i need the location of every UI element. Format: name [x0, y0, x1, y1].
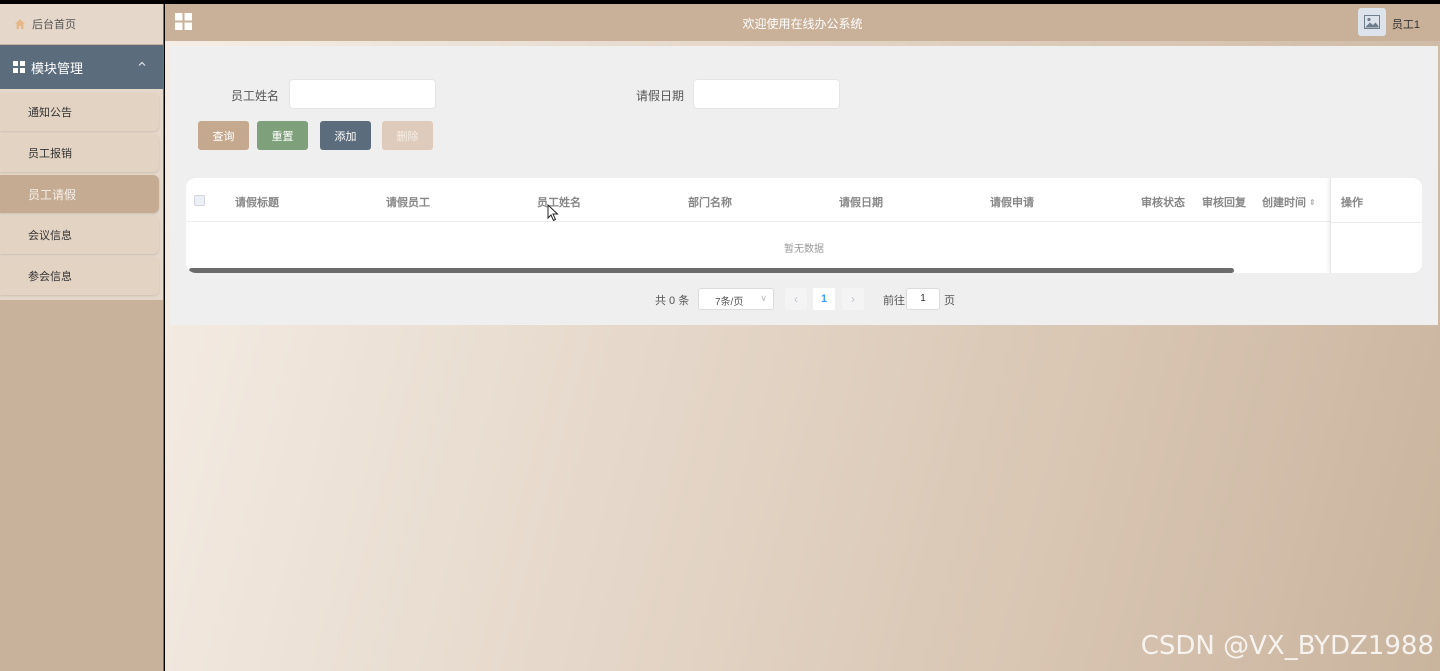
sidebar-item-label: 参会信息 — [28, 271, 72, 283]
column-header[interactable]: 员工姓名 — [537, 194, 581, 210]
divider — [1331, 222, 1422, 223]
watermark: CSDN @VX_BYDZ1988 — [1140, 631, 1434, 661]
sidebar-item-meeting[interactable]: 会议信息 — [0, 216, 159, 254]
column-header[interactable]: 审核回复 — [1202, 194, 1246, 210]
user-name[interactable]: 员工1 — [1392, 16, 1420, 32]
select-all-checkbox[interactable] — [194, 195, 205, 206]
add-button[interactable]: 添加 — [320, 121, 371, 150]
column-header-label: 创建时间 — [1262, 197, 1306, 209]
sidebar-item-label: 员工报销 — [28, 148, 72, 160]
chevron-left-icon: ‹ — [794, 292, 798, 306]
employee-name-label: 员工姓名 — [231, 89, 280, 103]
sidebar-menu: 通知公告 员工报销 员工请假 会议信息 参会信息 — [0, 89, 163, 300]
goto-label: 前往 — [883, 295, 905, 307]
sidebar-home-link[interactable]: 后台首页 — [0, 4, 163, 44]
page-size-value: 7条/页 — [715, 297, 744, 308]
app-window: 后台首页 模块管理 通知公告 员工报销 员工请假 会议信息 参会信息 欢迎使用在… — [0, 4, 1440, 671]
action-column: 操作 — [1330, 178, 1422, 273]
chevron-down-icon: ∨ — [760, 293, 767, 303]
column-header[interactable]: 请假员工 — [386, 194, 430, 210]
chevron-up-icon — [138, 61, 146, 66]
next-page-button[interactable]: › — [842, 288, 864, 310]
column-header-created-time[interactable]: 创建时间 ⇕ — [1262, 194, 1316, 210]
header-title: 欢迎使用在线办公系统 — [742, 17, 863, 31]
sidebar-item-attendance[interactable]: 参会信息 — [0, 257, 159, 295]
sidebar-item-label: 通知公告 — [28, 107, 72, 119]
sidebar-module-toggle[interactable]: 模块管理 — [0, 45, 163, 89]
sidebar-item-leave[interactable]: 员工请假 — [0, 175, 159, 213]
sidebar-item-notice[interactable]: 通知公告 — [0, 93, 159, 131]
sidebar-item-reimbursement[interactable]: 员工报销 — [0, 134, 159, 172]
page-number-current[interactable]: 1 — [813, 288, 835, 310]
column-header[interactable]: 请假日期 — [839, 194, 883, 210]
employee-name-input[interactable] — [289, 79, 436, 109]
goto-page-input[interactable]: 1 — [906, 288, 940, 310]
grid-icon — [13, 61, 25, 73]
sidebar-item-label: 会议信息 — [28, 230, 72, 242]
sidebar: 后台首页 模块管理 通知公告 员工报销 员工请假 会议信息 参会信息 — [0, 4, 164, 671]
content-panel: 员工姓名 请假日期 查询 重置 添加 删除 请假标题 请假员工 员工姓名 部门名… — [170, 46, 1438, 325]
goto-unit-label: 页 — [944, 295, 955, 307]
table-header-row: 请假标题 请假员工 员工姓名 部门名称 请假日期 请假申请 审核状态 审核回复 … — [186, 178, 1422, 222]
pagination-total: 共 0 条 — [655, 295, 690, 307]
chevron-right-icon: › — [851, 292, 855, 306]
delete-button[interactable]: 删除 — [382, 121, 433, 150]
avatar[interactable] — [1358, 8, 1386, 36]
sidebar-home-label: 后台首页 — [32, 19, 76, 31]
main-content: 员工姓名 请假日期 查询 重置 添加 删除 请假标题 请假员工 员工姓名 部门名… — [165, 41, 1440, 671]
horizontal-scrollbar[interactable] — [189, 268, 1234, 273]
column-header[interactable]: 请假标题 — [235, 194, 279, 210]
reset-button[interactable]: 重置 — [257, 121, 308, 150]
home-icon — [15, 19, 25, 29]
leave-date-label: 请假日期 — [636, 89, 685, 103]
top-header: 欢迎使用在线办公系统 员工1 — [165, 4, 1440, 41]
column-header[interactable]: 部门名称 — [688, 194, 732, 210]
leave-date-input[interactable] — [693, 79, 840, 109]
column-header[interactable]: 请假申请 — [990, 194, 1034, 210]
column-header[interactable]: 审核状态 — [1141, 194, 1185, 210]
sort-icon[interactable]: ⇕ — [1309, 198, 1316, 207]
sidebar-module-label: 模块管理 — [31, 60, 84, 76]
empty-placeholder: 暂无数据 — [784, 244, 824, 255]
image-icon — [1364, 15, 1380, 29]
prev-page-button[interactable]: ‹ — [785, 288, 807, 310]
sidebar-item-label: 员工请假 — [28, 187, 77, 202]
leave-table: 请假标题 请假员工 员工姓名 部门名称 请假日期 请假申请 审核状态 审核回复 … — [186, 178, 1422, 273]
query-button[interactable]: 查询 — [198, 121, 249, 150]
mouse-cursor-icon — [547, 204, 559, 222]
page-size-select[interactable]: 7条/页 ∨ — [698, 288, 774, 310]
column-header-action: 操作 — [1341, 197, 1363, 209]
